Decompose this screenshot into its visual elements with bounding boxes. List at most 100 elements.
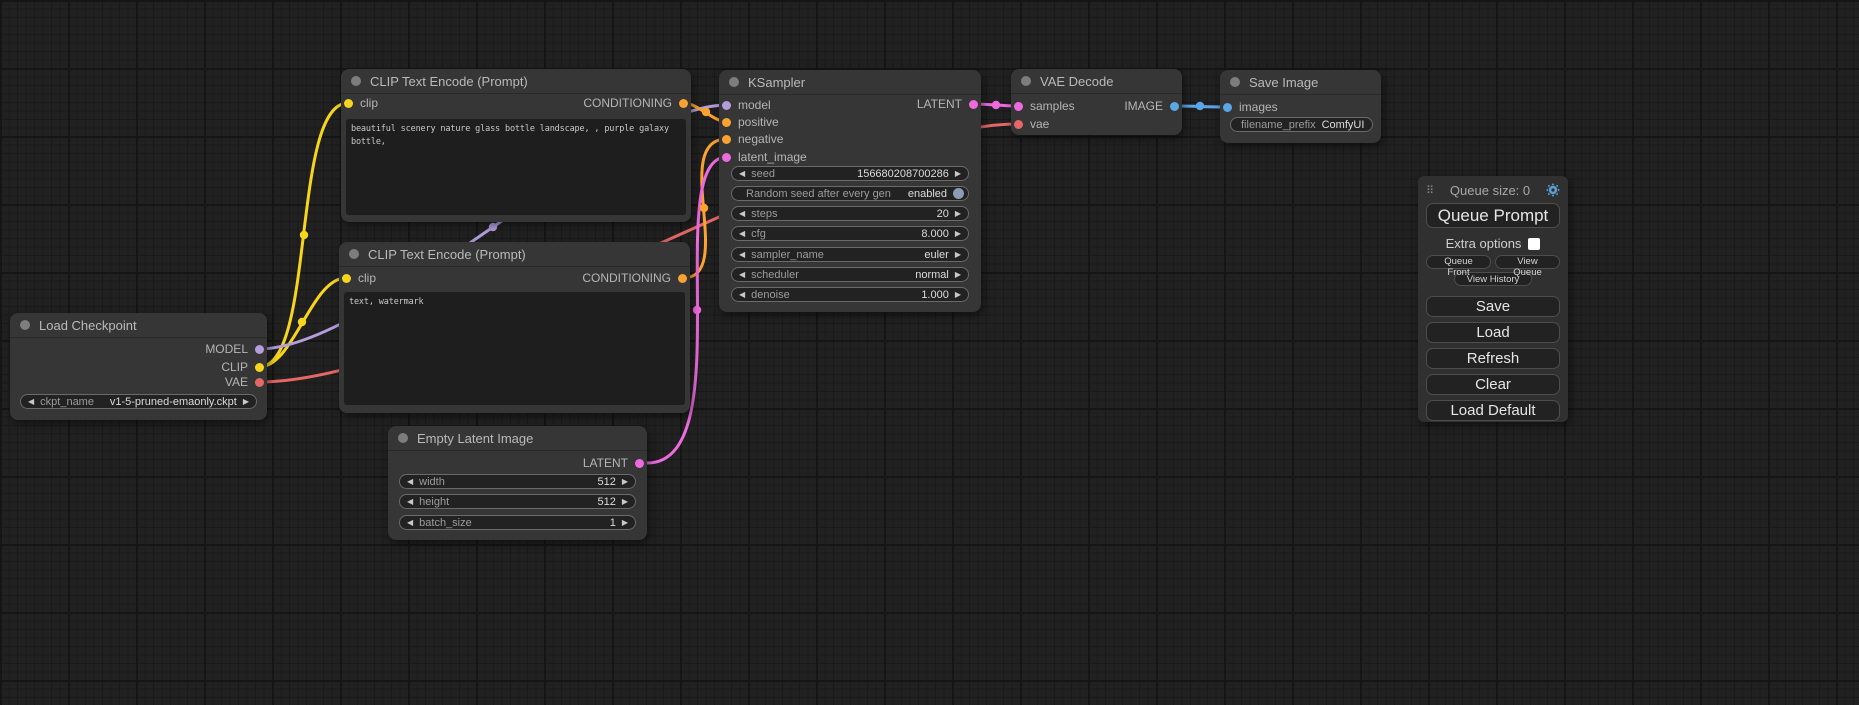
next-value-arrow-icon[interactable]: ▶ xyxy=(955,170,961,178)
settings-gear-icon[interactable] xyxy=(1546,183,1560,197)
node-vae-decode[interactable]: VAE Decode samples vae IMAGE xyxy=(1011,69,1182,135)
input-slot-clip[interactable]: clip xyxy=(344,96,378,110)
prev-value-arrow-icon[interactable]: ◀ xyxy=(739,271,745,279)
node-title-bar[interactable]: VAE Decode xyxy=(1011,69,1182,94)
widget-value[interactable]: normal xyxy=(915,269,949,281)
queue-prompt-button[interactable]: Queue Prompt xyxy=(1426,203,1560,228)
latent-image-input-dot[interactable] xyxy=(722,153,731,162)
output-slot-latent[interactable]: LATENT xyxy=(583,456,644,470)
node-title-bar[interactable]: Load Checkpoint xyxy=(10,313,267,338)
model-input-dot[interactable] xyxy=(722,101,731,110)
negative-prompt-textarea[interactable]: text, watermark xyxy=(344,292,685,405)
extra-options-checkbox[interactable] xyxy=(1528,238,1540,250)
input-slot-images[interactable]: images xyxy=(1223,100,1278,114)
next-value-arrow-icon[interactable]: ▶ xyxy=(955,271,961,279)
output-slot-image[interactable]: IMAGE xyxy=(1124,99,1179,113)
prev-value-arrow-icon[interactable]: ◀ xyxy=(739,170,745,178)
clip-input-dot[interactable] xyxy=(344,99,353,108)
input-slot-latent-image[interactable]: latent_image xyxy=(722,150,807,164)
node-title-bar[interactable]: CLIP Text Encode (Prompt) xyxy=(341,69,691,94)
save-button[interactable]: Save xyxy=(1426,296,1560,317)
next-value-arrow-icon[interactable]: ▶ xyxy=(622,498,628,506)
height-widget[interactable]: ◀ height 512 ▶ xyxy=(399,494,636,509)
node-collapse-dot[interactable] xyxy=(729,77,739,87)
input-slot-clip[interactable]: clip xyxy=(342,271,376,285)
next-value-arrow-icon[interactable]: ▶ xyxy=(955,210,961,218)
model-output-dot[interactable] xyxy=(255,345,264,354)
graph-canvas[interactable]: Load Checkpoint MODEL CLIP VAE ◀ ckpt_na… xyxy=(0,0,1859,705)
output-slot-latent[interactable]: LATENT xyxy=(917,97,978,111)
next-value-arrow-icon[interactable]: ▶ xyxy=(622,478,628,486)
widget-value[interactable]: 512 xyxy=(597,476,615,488)
conditioning-output-dot[interactable] xyxy=(679,99,688,108)
ckpt-name-widget[interactable]: ◀ ckpt_name v1-5-pruned-emaonly.ckpt ▶ xyxy=(20,394,257,409)
node-save-image[interactable]: Save Image images filename_prefix ComfyU… xyxy=(1220,70,1381,143)
node-title-bar[interactable]: KSampler xyxy=(719,70,981,95)
positive-prompt-textarea[interactable]: beautiful scenery nature glass bottle la… xyxy=(346,119,686,215)
widget-value[interactable]: 1 xyxy=(610,517,616,529)
output-slot-conditioning[interactable]: CONDITIONING xyxy=(582,271,687,285)
prev-value-arrow-icon[interactable]: ◀ xyxy=(739,230,745,238)
output-slot-clip[interactable]: CLIP xyxy=(221,360,264,374)
widget-value[interactable]: 8.000 xyxy=(921,228,949,240)
input-slot-samples[interactable]: samples xyxy=(1014,99,1075,113)
input-slot-model[interactable]: model xyxy=(722,98,771,112)
widget-value[interactable]: 156680208700286 xyxy=(857,168,949,180)
steps-widget[interactable]: ◀ steps 20 ▶ xyxy=(731,206,969,221)
toggle-indicator[interactable] xyxy=(953,188,964,199)
prev-value-arrow-icon[interactable]: ◀ xyxy=(739,291,745,299)
vae-input-dot[interactable] xyxy=(1014,120,1023,129)
next-value-arrow-icon[interactable]: ▶ xyxy=(955,230,961,238)
prev-value-arrow-icon[interactable]: ◀ xyxy=(407,519,413,527)
input-slot-vae[interactable]: vae xyxy=(1014,117,1049,131)
prev-value-arrow-icon[interactable]: ◀ xyxy=(407,478,413,486)
node-ksampler[interactable]: KSampler LATENT model positive negative … xyxy=(719,70,981,312)
clip-output-dot[interactable] xyxy=(255,363,264,372)
node-title-bar[interactable]: Empty Latent Image xyxy=(388,426,647,451)
widget-value[interactable]: ComfyUI xyxy=(1322,119,1365,131)
node-title-bar[interactable]: Save Image xyxy=(1220,70,1381,95)
widget-value[interactable]: 512 xyxy=(597,496,615,508)
node-clip-text-encode-negative[interactable]: CLIP Text Encode (Prompt) clip CONDITION… xyxy=(339,242,690,413)
load-button[interactable]: Load xyxy=(1426,322,1560,343)
refresh-button[interactable]: Refresh xyxy=(1426,348,1560,369)
prev-value-arrow-icon[interactable]: ◀ xyxy=(407,498,413,506)
output-slot-conditioning[interactable]: CONDITIONING xyxy=(583,96,688,110)
node-collapse-dot[interactable] xyxy=(349,249,359,259)
image-output-dot[interactable] xyxy=(1170,102,1179,111)
node-collapse-dot[interactable] xyxy=(1021,76,1031,86)
widget-value[interactable]: 20 xyxy=(937,208,949,220)
prev-value-arrow-icon[interactable]: ◀ xyxy=(739,251,745,259)
latent-output-dot[interactable] xyxy=(969,100,978,109)
filename-prefix-widget[interactable]: filename_prefix ComfyUI xyxy=(1230,117,1373,132)
output-slot-vae[interactable]: VAE xyxy=(225,375,264,389)
random-seed-toggle-widget[interactable]: Random seed after every gen enabled xyxy=(731,186,969,201)
node-empty-latent-image[interactable]: Empty Latent Image LATENT ◀ width 512 ▶ … xyxy=(388,426,647,540)
node-collapse-dot[interactable] xyxy=(20,320,30,330)
panel-drag-handle-icon[interactable]: ⠿ xyxy=(1426,184,1434,197)
batch-size-widget[interactable]: ◀ batch_size 1 ▶ xyxy=(399,515,636,530)
conditioning-output-dot[interactable] xyxy=(678,274,687,283)
node-load-checkpoint[interactable]: Load Checkpoint MODEL CLIP VAE ◀ ckpt_na… xyxy=(10,313,267,420)
next-value-arrow-icon[interactable]: ▶ xyxy=(622,519,628,527)
widget-value[interactable]: euler xyxy=(924,249,948,261)
images-input-dot[interactable] xyxy=(1223,103,1232,112)
node-collapse-dot[interactable] xyxy=(351,76,361,86)
node-title-bar[interactable]: CLIP Text Encode (Prompt) xyxy=(339,242,690,267)
output-slot-model[interactable]: MODEL xyxy=(205,342,264,356)
width-widget[interactable]: ◀ width 512 ▶ xyxy=(399,474,636,489)
next-value-arrow-icon[interactable]: ▶ xyxy=(955,251,961,259)
load-default-button[interactable]: Load Default xyxy=(1426,400,1560,421)
next-value-arrow-icon[interactable]: ▶ xyxy=(243,398,249,406)
queue-front-button[interactable]: Queue Front xyxy=(1426,255,1491,269)
negative-input-dot[interactable] xyxy=(722,135,731,144)
input-slot-negative[interactable]: negative xyxy=(722,132,783,146)
input-slot-positive[interactable]: positive xyxy=(722,115,779,129)
prev-value-arrow-icon[interactable]: ◀ xyxy=(739,210,745,218)
scheduler-widget[interactable]: ◀ scheduler normal ▶ xyxy=(731,267,969,282)
view-queue-button[interactable]: View Queue xyxy=(1495,255,1560,269)
node-collapse-dot[interactable] xyxy=(1230,77,1240,87)
clip-input-dot[interactable] xyxy=(342,274,351,283)
cfg-widget[interactable]: ◀ cfg 8.000 ▶ xyxy=(731,226,969,241)
widget-value[interactable]: 1.000 xyxy=(921,289,949,301)
